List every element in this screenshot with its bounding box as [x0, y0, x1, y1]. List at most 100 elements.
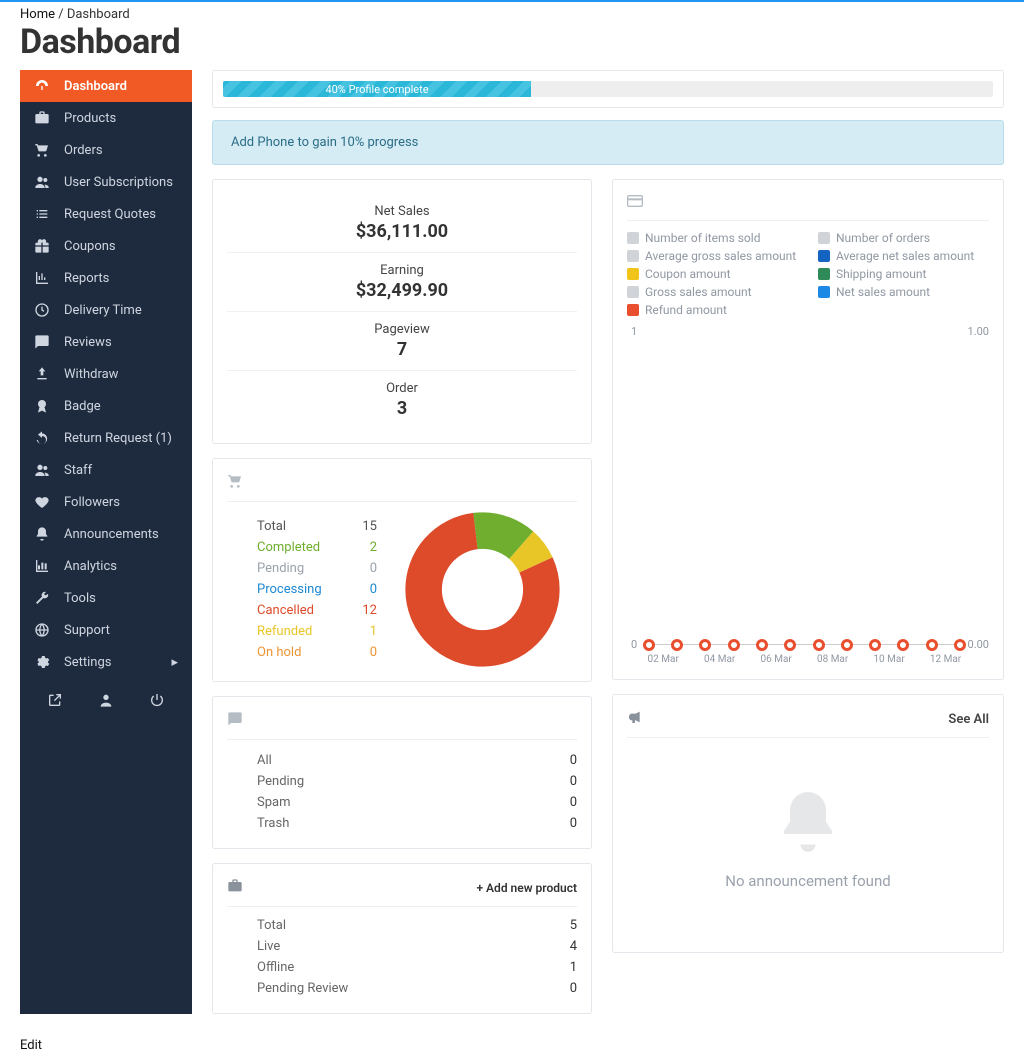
chart-icon	[34, 270, 50, 286]
sidebar-item-label: Dashboard	[64, 79, 127, 94]
sidebar-item-reviews[interactable]: Reviews	[20, 326, 192, 358]
clock-icon	[34, 302, 50, 318]
sidebar-item-label: Withdraw	[64, 367, 118, 382]
add-new-product-link[interactable]: + Add new product	[476, 881, 577, 895]
bell-icon	[34, 526, 50, 542]
sidebar-item-label: Staff	[64, 463, 92, 478]
sidebar-item-label: Followers	[64, 495, 120, 510]
review-row: Trash0	[257, 813, 577, 834]
profile-progress-card: 40% Profile complete	[212, 70, 1004, 108]
stat-earning: Earning$32,499.90	[227, 253, 577, 312]
chart-point	[643, 639, 655, 651]
sidebar-item-return-request-1-[interactable]: Return Request (1)	[20, 422, 192, 454]
legend-item[interactable]: Net sales amount	[818, 285, 989, 299]
sidebar-item-label: Request Quotes	[64, 207, 156, 222]
products-card: + Add new product Total5Live4Offline1Pen…	[212, 863, 592, 1014]
gift-icon	[34, 238, 50, 254]
chevron-right-icon: ▸	[171, 655, 178, 670]
product-row: Total5	[257, 915, 577, 936]
chart-xlabel: 08 Mar	[817, 654, 848, 665]
comments-icon	[227, 711, 577, 740]
sidebar-item-dashboard[interactable]: Dashboard	[20, 70, 192, 102]
sidebar-item-label: Settings	[64, 655, 111, 670]
users-icon	[34, 174, 50, 190]
stat-order: Order3	[227, 371, 577, 429]
heart-icon	[34, 494, 50, 510]
chart-point	[954, 639, 966, 651]
profile-progress-bar: 40% Profile complete	[223, 81, 993, 97]
legend-item[interactable]: Shipping amount	[818, 267, 989, 281]
profile-button[interactable]	[98, 692, 114, 712]
cart-icon	[34, 142, 50, 158]
stat-pageview: Pageview7	[227, 312, 577, 371]
order-status-row: Processing0	[257, 579, 377, 600]
orders-card: Total15Completed2Pending0Processing0Canc…	[212, 458, 592, 682]
sidebar-item-label: Announcements	[64, 527, 159, 542]
sidebar-item-label: Tools	[64, 591, 96, 606]
sidebar-item-label: Support	[64, 623, 110, 638]
sidebar-item-products[interactable]: Products	[20, 102, 192, 134]
wrench-icon	[34, 590, 50, 606]
product-row: Pending Review0	[257, 978, 577, 999]
comments-icon	[34, 334, 50, 350]
sidebar-item-badge[interactable]: Badge	[20, 390, 192, 422]
list-icon	[34, 206, 50, 222]
sidebar-item-label: Coupons	[64, 239, 116, 254]
chart-point	[813, 639, 825, 651]
view-store-button[interactable]	[47, 692, 63, 712]
order-status-row: Cancelled12	[257, 600, 377, 621]
sidebar-item-reports[interactable]: Reports	[20, 262, 192, 294]
sidebar-item-staff[interactable]: Staff	[20, 454, 192, 486]
briefcase-icon	[227, 878, 243, 898]
edit-link[interactable]: Edit	[20, 1038, 42, 1053]
upload-icon	[34, 366, 50, 382]
profile-progress-fill: 40% Profile complete	[223, 81, 531, 97]
breadcrumb-home[interactable]: Home	[20, 7, 55, 22]
bell-icon	[772, 786, 844, 858]
order-status-row: Completed2	[257, 537, 377, 558]
legend-item[interactable]: Number of items sold	[627, 231, 798, 245]
briefcase-icon	[34, 110, 50, 126]
announcements-empty-text: No announcement found	[725, 872, 890, 890]
sidebar-item-user-subscriptions[interactable]: User Subscriptions	[20, 166, 192, 198]
legend-item[interactable]: Coupon amount	[627, 267, 798, 281]
chart-xlabel: 04 Mar	[704, 654, 735, 665]
sidebar-item-request-quotes[interactable]: Request Quotes	[20, 198, 192, 230]
sidebar-item-followers[interactable]: Followers	[20, 486, 192, 518]
analytics-icon	[34, 558, 50, 574]
logout-button[interactable]	[149, 692, 165, 712]
review-row: Pending0	[257, 771, 577, 792]
megaphone-icon	[627, 709, 643, 729]
sidebar-item-support[interactable]: Support	[20, 614, 192, 646]
sidebar-item-announcements[interactable]: Announcements	[20, 518, 192, 550]
profile-tip-banner: Add Phone to gain 10% progress	[212, 120, 1004, 165]
chart-xlabel: 06 Mar	[761, 654, 792, 665]
sidebar-item-analytics[interactable]: Analytics	[20, 550, 192, 582]
sidebar-item-withdraw[interactable]: Withdraw	[20, 358, 192, 390]
sidebar-item-tools[interactable]: Tools	[20, 582, 192, 614]
sidebar-item-orders[interactable]: Orders	[20, 134, 192, 166]
sidebar-item-coupons[interactable]: Coupons	[20, 230, 192, 262]
gear-icon	[34, 654, 50, 670]
sidebar-item-label: Return Request (1)	[64, 431, 172, 446]
chart-point	[784, 639, 796, 651]
legend-item[interactable]: Average gross sales amount	[627, 249, 798, 263]
sidebar-item-label: Reviews	[64, 335, 112, 350]
sidebar: Dashboard ProductsOrders User Subscription…	[20, 70, 192, 1014]
legend-item[interactable]: Average net sales amount	[818, 249, 989, 263]
legend-item[interactable]: Gross sales amount	[627, 285, 798, 299]
chart-point	[897, 639, 909, 651]
sidebar-item-label: User Subscriptions	[64, 175, 173, 190]
orders-donut-chart	[387, 512, 577, 667]
review-row: All0	[257, 750, 577, 771]
chart-xlabel: 10 Mar	[873, 654, 904, 665]
sidebar-item-label: Delivery Time	[64, 303, 142, 318]
globe-icon	[34, 622, 50, 638]
chart-xlabel: 02 Mar	[648, 654, 679, 665]
legend-item[interactable]: Number of orders	[818, 231, 989, 245]
sidebar-item-delivery-time[interactable]: Delivery Time	[20, 294, 192, 326]
product-row: Live4	[257, 936, 577, 957]
legend-item[interactable]: Refund amount	[627, 303, 798, 317]
sidebar-item-settings[interactable]: Settings ▸	[20, 646, 192, 678]
see-all-link[interactable]: See All	[948, 712, 989, 727]
